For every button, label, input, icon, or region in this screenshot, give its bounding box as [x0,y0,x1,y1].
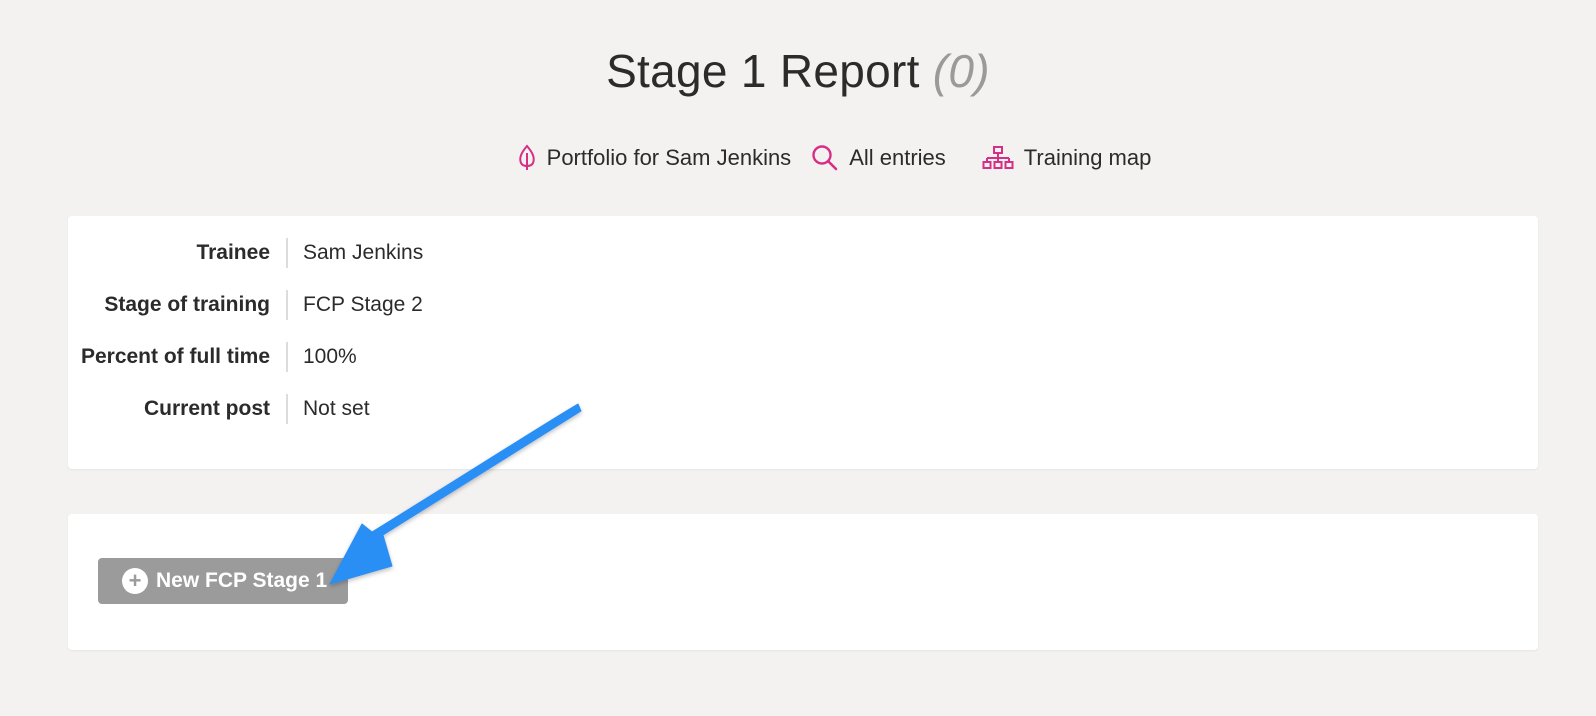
sitemap-icon [982,145,1014,171]
portfolio-nav: Portfolio for Sam Jenkins All entries Tr… [0,142,1596,174]
plus-circle-icon: + [122,568,148,594]
info-value: Sam Jenkins [303,241,424,264]
info-value: FCP Stage 2 [303,293,423,316]
info-value: Not set [303,397,370,420]
page-title-text: Stage 1 Report [606,45,920,97]
all-entries-link[interactable]: All entries [811,142,946,174]
info-row-current-post: Current post Not set [68,394,370,424]
info-label: Percent of full time [68,342,288,372]
info-row-trainee: Trainee Sam Jenkins [68,238,423,268]
search-icon [811,144,839,172]
portfolio-link-label: Portfolio for Sam Jenkins [546,145,792,170]
trainee-info-card: Trainee Sam Jenkins Stage of training FC… [68,216,1538,469]
actions-card: + New FCP Stage 1 [68,514,1538,650]
all-entries-link-label: All entries [849,145,946,170]
leaf-icon [517,144,537,172]
info-value: 100% [303,345,357,368]
info-label: Trainee [68,238,288,268]
info-label: Current post [68,394,288,424]
training-map-link-label: Training map [1023,145,1152,170]
entry-count: (0) [932,45,990,97]
info-label: Stage of training [68,290,288,320]
new-button-label: New FCP Stage 1 [156,569,328,592]
training-map-link[interactable]: Training map [982,142,1152,174]
portfolio-link[interactable]: Portfolio for Sam Jenkins [517,142,792,174]
page-title: Stage 1 Report (0) [0,40,1596,102]
info-row-percent: Percent of full time 100% [68,342,357,372]
new-fcp-stage-1-button[interactable]: + New FCP Stage 1 [98,558,348,604]
info-row-stage: Stage of training FCP Stage 2 [68,290,423,320]
